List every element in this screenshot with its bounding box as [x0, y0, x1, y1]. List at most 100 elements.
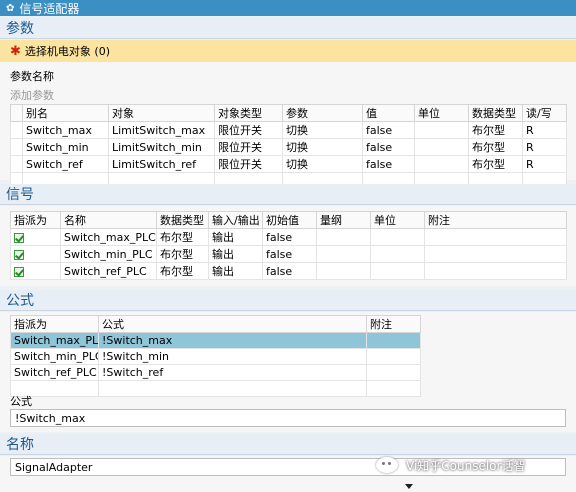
col-header[interactable]: 对象	[108, 104, 215, 122]
table-cell: 限位开关	[214, 121, 283, 139]
signals-header-label: 信号	[6, 187, 34, 203]
params-header-label: 参数	[6, 21, 34, 37]
window-title: 信号适配器	[19, 1, 80, 16]
table-cell: !Switch_min	[98, 348, 367, 365]
table-cell: Switch_min_PLC	[10, 348, 99, 365]
required-star-icon: ✱	[10, 43, 21, 59]
table-cell	[414, 138, 469, 156]
table-cell: Switch_max_PLC	[60, 228, 157, 246]
param-name-label: 参数名称	[10, 70, 54, 83]
table-cell	[10, 155, 23, 173]
watermark: Vi知乎Counselor话智	[376, 454, 525, 476]
table-cell: 限位开关	[214, 155, 283, 173]
table-cell: Switch_ref_PLC	[10, 364, 99, 381]
table-cell: 输出	[208, 262, 263, 280]
name-input-value: SignalAdapter	[15, 460, 93, 474]
table-row[interactable]: Switch_ref LimitSwitch_ref 限位开关 切换 false…	[10, 155, 567, 173]
table-cell	[366, 348, 421, 365]
name-header-label: 名称	[6, 437, 34, 453]
col-header[interactable]: 单位	[414, 104, 469, 122]
col-header[interactable]	[10, 104, 23, 122]
assign-checkbox[interactable]	[14, 266, 24, 277]
params-header-row: 别名 对象 对象类型 参数 值 单位 数据类型 读/写	[10, 104, 567, 122]
table-cell: Switch_ref_PLC	[60, 262, 157, 280]
gear-icon: ✿	[6, 2, 15, 14]
assign-checkbox[interactable]	[14, 249, 24, 260]
title-bar: ✿ 信号适配器	[0, 0, 576, 16]
formula-table: 指派为 公式 附注 Switch_max_PLC !Switch_max Swi…	[10, 315, 421, 397]
col-header[interactable]: 单位	[370, 211, 425, 229]
col-header[interactable]: 量纲	[316, 211, 371, 229]
table-cell: 布尔型	[156, 262, 209, 280]
empty-row	[10, 380, 421, 397]
table-row[interactable]: Switch_ref_PLC 布尔型 输出 false	[10, 262, 567, 280]
add-param-input[interactable]: 添加参数	[10, 87, 54, 103]
col-header[interactable]: 输入/输出	[208, 211, 263, 229]
col-header[interactable]: 读/写	[522, 104, 567, 122]
table-cell: Switch_min_PLC	[60, 245, 157, 263]
table-cell: R	[522, 155, 567, 173]
col-header[interactable]: 数据类型	[468, 104, 523, 122]
table-cell: 布尔型	[468, 138, 523, 156]
table-cell: 切换	[282, 155, 363, 173]
col-header[interactable]: 指派为	[10, 211, 61, 229]
col-header[interactable]: 公式	[98, 315, 367, 333]
table-cell: R	[522, 121, 567, 139]
table-cell: 布尔型	[156, 228, 209, 246]
table-row[interactable]: Switch_min_PLC !Switch_min	[10, 348, 421, 365]
table-cell: 布尔型	[156, 245, 209, 263]
col-header[interactable]: 参数	[282, 104, 363, 122]
table-cell: Switch_max_PLC	[10, 332, 99, 349]
signals-section-header[interactable]: 信号	[0, 184, 576, 205]
table-cell	[10, 138, 23, 156]
table-cell	[366, 364, 421, 381]
table-cell: 布尔型	[468, 121, 523, 139]
table-cell: LimitSwitch_max	[108, 121, 215, 139]
select-object-button[interactable]: ✱ 选择机电对象 (0)	[0, 40, 576, 62]
select-object-label: 选择机电对象 (0)	[24, 45, 110, 58]
col-header[interactable]: 初始值	[262, 211, 317, 229]
formula-section-header[interactable]: 公式	[0, 290, 576, 311]
table-row[interactable]: Switch_min LimitSwitch_min 限位开关 切换 false…	[10, 138, 567, 156]
params-section-header[interactable]: 参数	[0, 18, 576, 39]
table-cell: R	[522, 138, 567, 156]
watermark-text: Vi知乎Counselor话智	[406, 458, 526, 473]
table-cell: Switch_ref	[22, 155, 109, 173]
table-row[interactable]: Switch_max LimitSwitch_max 限位开关 切换 false…	[10, 121, 567, 139]
col-header[interactable]: 值	[362, 104, 415, 122]
params-table: 别名 对象 对象类型 参数 值 单位 数据类型 读/写 Switch_max L…	[10, 104, 567, 189]
table-cell: 限位开关	[214, 138, 283, 156]
col-header[interactable]: 别名	[22, 104, 109, 122]
scroll-down-icon[interactable]	[405, 484, 413, 489]
table-cell: 切换	[282, 121, 363, 139]
formula-input[interactable]: !Switch_max	[10, 409, 566, 427]
table-cell	[366, 332, 421, 349]
table-row-selected[interactable]: Switch_max_PLC !Switch_max	[10, 332, 421, 349]
table-cell: false	[362, 121, 415, 139]
formula-header-label: 公式	[6, 293, 34, 309]
formula-input-value: !Switch_max	[15, 411, 86, 425]
table-cell: 布尔型	[468, 155, 523, 173]
formula-header-row: 指派为 公式 附注	[10, 315, 421, 333]
col-header[interactable]: 指派为	[10, 315, 99, 333]
table-cell	[414, 121, 469, 139]
table-row[interactable]: Switch_ref_PLC !Switch_ref	[10, 364, 421, 381]
assign-checkbox[interactable]	[14, 232, 24, 243]
table-cell: Switch_min	[22, 138, 109, 156]
table-cell: Switch_max	[22, 121, 109, 139]
col-header[interactable]: 数据类型	[156, 211, 209, 229]
table-row[interactable]: Switch_max_PLC 布尔型 输出 false	[10, 228, 567, 246]
col-header[interactable]: 附注	[424, 211, 567, 229]
table-cell: 切换	[282, 138, 363, 156]
table-cell: !Switch_max	[98, 332, 367, 349]
col-header[interactable]: 对象类型	[214, 104, 283, 122]
table-cell: false	[362, 138, 415, 156]
col-header[interactable]: 名称	[60, 211, 157, 229]
col-header[interactable]: 附注	[366, 315, 421, 333]
table-cell	[10, 121, 23, 139]
signals-header-row: 指派为 名称 数据类型 输入/输出 初始值 量纲 单位 附注	[10, 211, 567, 229]
table-row[interactable]: Switch_min_PLC 布尔型 输出 false	[10, 245, 567, 263]
name-section-header[interactable]: 名称	[0, 434, 576, 455]
table-cell	[414, 155, 469, 173]
table-cell: false	[262, 245, 317, 263]
